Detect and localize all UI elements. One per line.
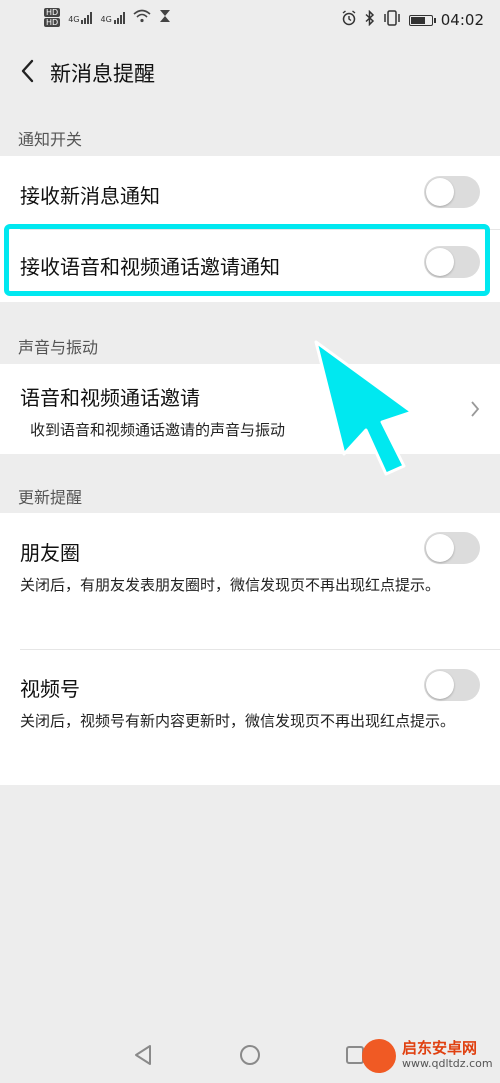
watermark-logo: 启东安卓网 www.qdltdz.com <box>362 1033 494 1079</box>
toggle-knob <box>426 178 454 206</box>
highlight-box <box>4 224 490 296</box>
divider <box>20 649 500 650</box>
battery-fill <box>410 16 425 24</box>
channels-label: 视频号 <box>20 677 80 701</box>
page-title: 新消息提醒 <box>50 62 155 86</box>
watermark-text: 启东安卓网 www.qdltdz.com <box>402 1040 493 1072</box>
moments-label: 朋友圈 <box>20 541 80 565</box>
section-label-sound: 声音与振动 <box>18 338 99 357</box>
status-bar: HD HD 4G 4G 04:02 <box>0 0 500 40</box>
chevron-left-icon <box>21 59 34 83</box>
alarm-icon <box>341 10 357 30</box>
wifi-icon <box>133 9 151 26</box>
hd-icon: HD HD <box>44 8 61 27</box>
receive-new-message-label: 接收新消息通知 <box>20 184 160 208</box>
home-circle-icon[interactable] <box>239 1044 261 1066</box>
signal-icon: 4G <box>100 11 125 24</box>
moments-toggle[interactable] <box>424 532 480 564</box>
back-button[interactable] <box>12 54 42 88</box>
watermark-badge-icon <box>362 1039 396 1073</box>
toggle-knob <box>426 671 454 699</box>
channels-toggle[interactable] <box>424 669 480 701</box>
status-right: 04:02 <box>341 9 484 30</box>
hourglass-icon <box>159 9 171 26</box>
signal-icon: 4G <box>68 11 93 24</box>
annotation-arrow-icon <box>314 340 414 476</box>
header-bar: 新消息提醒 <box>0 40 500 104</box>
battery-icon <box>408 14 436 26</box>
clock-time: 04:02 <box>440 11 484 29</box>
back-triangle-icon[interactable] <box>132 1044 154 1066</box>
watermark-name: 启东安卓网 <box>402 1039 478 1057</box>
watermark-url: www.qdltdz.com <box>402 1057 493 1070</box>
chevron-right-icon <box>471 401 480 417</box>
toggle-knob <box>426 534 454 562</box>
section-label-notify: 通知开关 <box>18 130 83 149</box>
section-label-update: 更新提醒 <box>18 488 83 507</box>
moments-desc: 关闭后，有朋友发表朋友圈时，微信发现页不再出现红点提示。 <box>20 576 441 594</box>
channels-desc: 关闭后，视频号有新内容更新时，微信发现页不再出现红点提示。 <box>20 712 456 730</box>
receive-new-message-toggle[interactable] <box>424 176 480 208</box>
call-invite-sound-title: 语音和视频通话邀请 <box>20 386 200 410</box>
vibrate-icon <box>383 10 401 30</box>
status-left: HD HD 4G 4G <box>44 8 171 27</box>
update-card: 朋友圈 关闭后，有朋友发表朋友圈时，微信发现页不再出现红点提示。 视频号 关闭后… <box>0 513 500 785</box>
bluetooth-icon <box>365 9 375 30</box>
